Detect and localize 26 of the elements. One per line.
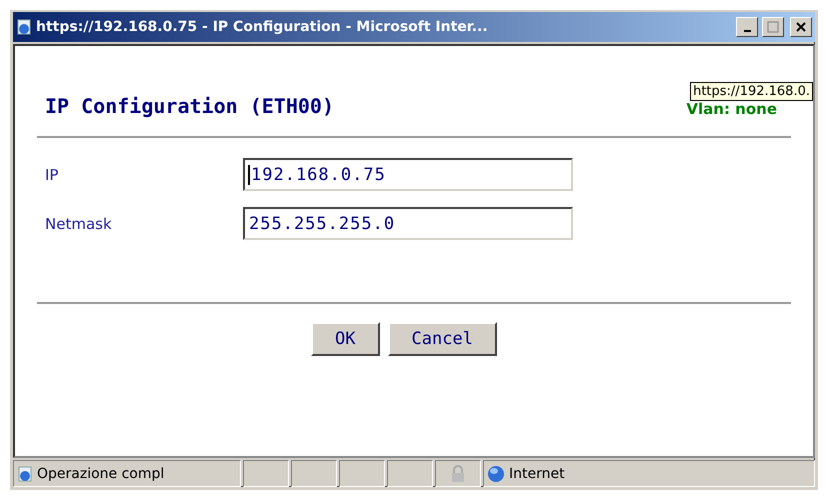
globe-icon — [487, 464, 505, 482]
vlan-text: Vlan: none — [686, 100, 777, 118]
status-message: Operazione compl — [37, 466, 164, 482]
text-field[interactable]: 192.168.0.75 — [243, 158, 573, 191]
page-icon — [16, 19, 32, 35]
text-field[interactable]: 255.255.255.0 — [243, 207, 573, 240]
minimize-button[interactable] — [736, 17, 758, 37]
page-icon — [17, 466, 33, 482]
lock-icon — [450, 464, 466, 482]
close-button[interactable] — [790, 17, 812, 37]
status-panel — [243, 460, 289, 487]
dialog-button[interactable]: OK — [311, 322, 380, 356]
status-panel — [291, 460, 337, 487]
page-heading: IP Configuration (ETH00) — [45, 94, 334, 118]
close-icon — [795, 21, 807, 33]
maximize-button[interactable] — [762, 17, 784, 37]
status-panel — [339, 460, 385, 487]
minimize-icon — [744, 30, 750, 32]
status-panel — [387, 460, 433, 487]
field-label: IP — [45, 166, 60, 184]
maximize-icon — [767, 21, 779, 33]
field-label: Netmask — [45, 214, 113, 232]
zone-label: Internet — [509, 466, 565, 482]
window-title: https://192.168.0.75 - IP Configuration - Microsoft Inter... — [36, 19, 489, 35]
dialog-button[interactable]: Cancel — [388, 322, 497, 356]
url-tooltip: https://192.168.0. — [690, 82, 813, 101]
